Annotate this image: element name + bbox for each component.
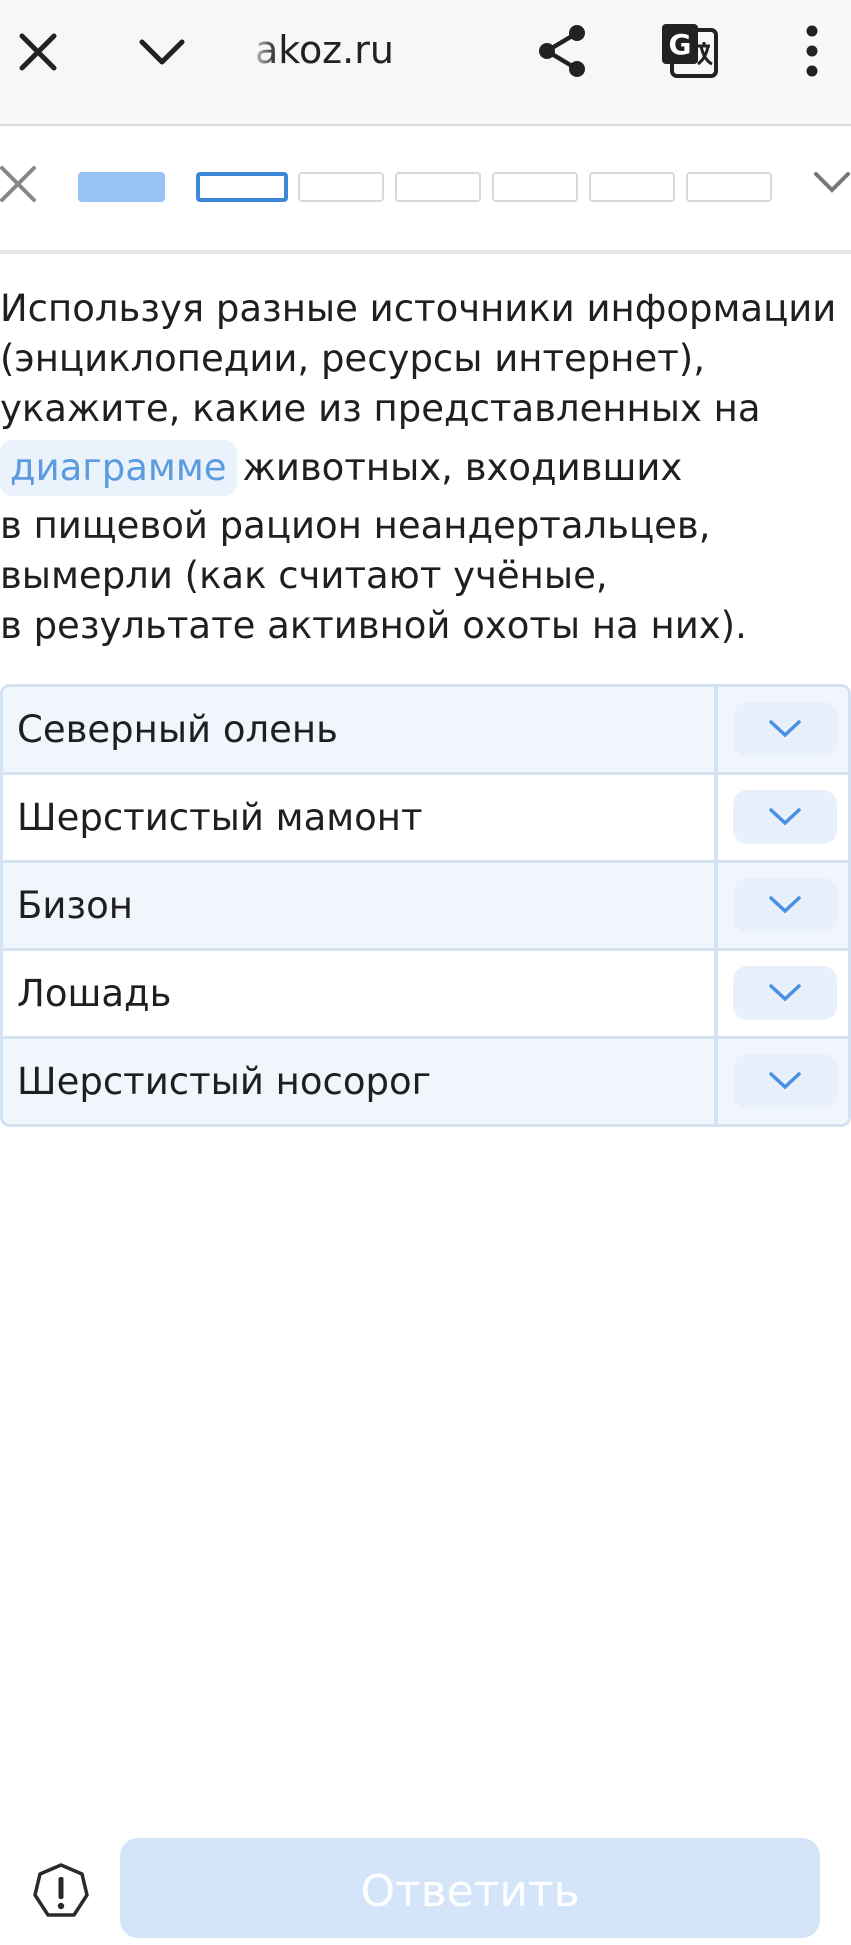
submit-answer-button[interactable]: Ответить (120, 1838, 820, 1938)
column-divider (714, 687, 718, 772)
progress-segment-current[interactable] (196, 172, 288, 202)
progress-segment[interactable] (686, 172, 772, 202)
close-icon[interactable] (10, 24, 66, 80)
exclamation-circle-icon[interactable] (32, 1862, 90, 1920)
chevron-down-icon (769, 984, 801, 1002)
progress-segment[interactable] (589, 172, 675, 202)
answer-dropdown[interactable] (733, 878, 837, 932)
translate-icon[interactable]: G (656, 18, 722, 84)
table-row: Шерстистый мамонт (3, 775, 848, 863)
task-progress-bar (0, 126, 851, 254)
question-line-rest: животных, входивших (242, 446, 683, 489)
chevron-down-icon (769, 808, 801, 826)
answer-label: Шерстистый мамонт (17, 796, 423, 839)
column-divider (714, 863, 718, 948)
answer-dropdown[interactable] (733, 1054, 837, 1108)
question-line: укажите, какие из представленных на (0, 387, 761, 430)
answer-label: Лошадь (17, 972, 172, 1015)
progress-segment[interactable] (298, 172, 384, 202)
question-line: в результате активной охоты на них). (0, 604, 747, 647)
column-divider (714, 775, 718, 860)
answer-dropdown[interactable] (733, 790, 837, 844)
table-row: Бизон (3, 863, 848, 951)
question-line: в пищевой рацион неандертальцев, (0, 504, 711, 547)
table-row: Шерстистый носорог (3, 1039, 848, 1124)
progress-segment[interactable] (78, 172, 165, 202)
diagram-link[interactable]: диаграмме (0, 439, 237, 496)
table-row: Лошадь (3, 951, 848, 1039)
question-line: вымерли (как считают учёные, (0, 554, 608, 597)
browser-toolbar: akoz.ru G (0, 0, 851, 126)
question-line: диаграмме животных, входивших (0, 434, 851, 501)
question-text: Используя разные источники информации (э… (0, 284, 851, 651)
svg-text:G: G (669, 28, 692, 61)
question-line: (энциклопедии, ресурсы интернет), (0, 337, 705, 380)
share-icon[interactable] (532, 20, 594, 82)
progress-segment[interactable] (492, 172, 578, 202)
chevron-down-icon (769, 896, 801, 914)
answer-dropdown[interactable] (733, 966, 837, 1020)
column-divider (714, 1039, 718, 1124)
answer-label: Северный олень (17, 708, 338, 751)
chevron-down-icon[interactable] (134, 24, 190, 80)
chevron-down-icon (769, 1072, 801, 1090)
column-divider (714, 951, 718, 1036)
answer-table: Северный олень Шерстистый мамонт Бизон Л… (0, 684, 851, 1127)
progress-segment[interactable] (395, 172, 481, 202)
table-row: Северный олень (3, 687, 848, 775)
answer-label: Бизон (17, 884, 133, 927)
address-bar-url[interactable]: akoz.ru (255, 26, 394, 74)
chevron-down-icon (769, 720, 801, 738)
answer-dropdown[interactable] (733, 702, 837, 756)
answer-label: Шерстистый носорог (17, 1060, 432, 1103)
more-vertical-icon[interactable] (790, 20, 834, 82)
close-task-icon[interactable] (0, 164, 44, 208)
question-line: Используя разные источники информации (0, 287, 837, 330)
chevron-down-icon[interactable] (812, 170, 851, 206)
